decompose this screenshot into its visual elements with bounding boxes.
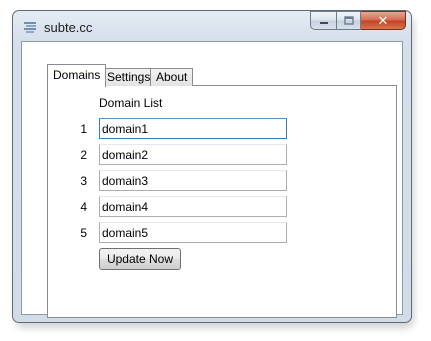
update-now-button[interactable]: Update Now (99, 248, 181, 270)
domain-field-4[interactable] (99, 196, 287, 217)
tab-settings[interactable]: Settings (101, 68, 157, 86)
tab-panel-domains: Domain List 1 2 3 4 5 Update Now (47, 85, 397, 318)
tab-about[interactable]: About (150, 68, 194, 86)
title-bar[interactable]: subte.cc ✕ (13, 11, 411, 41)
minimize-icon (319, 21, 328, 24)
domain-field-5[interactable] (99, 222, 287, 243)
domain-field-2[interactable] (99, 144, 287, 165)
window-title: subte.cc (44, 20, 93, 35)
tab-domains[interactable]: Domains (47, 64, 107, 87)
app-window: subte.cc ✕ Domain List 1 2 3 4 (12, 10, 412, 323)
row-number: 1 (80, 122, 87, 136)
row-number: 4 (80, 200, 87, 214)
row-number: 2 (80, 148, 87, 162)
row-number: 3 (80, 174, 87, 188)
app-icon (24, 22, 36, 33)
maximize-icon (343, 16, 354, 25)
close-icon: ✕ (377, 12, 389, 28)
row-number: 5 (80, 226, 87, 240)
domain-list-label: Domain List (99, 96, 163, 110)
domain-field-1[interactable] (99, 118, 287, 139)
client-area: Domain List 1 2 3 4 5 Update Now Domains… (21, 41, 403, 318)
maximize-button[interactable] (336, 11, 361, 30)
domain-field-3[interactable] (99, 170, 287, 191)
minimize-button[interactable] (310, 11, 336, 30)
close-button[interactable]: ✕ (361, 11, 406, 30)
